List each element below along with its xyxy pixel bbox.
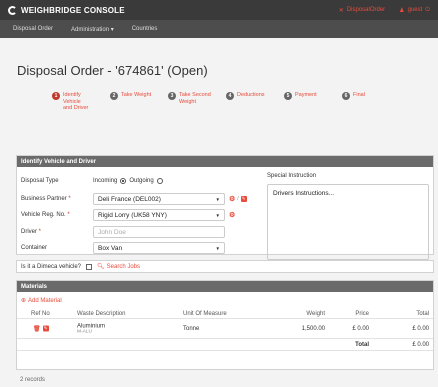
topbar: WEIGHBRIDGE CONSOLE ✕ DisposalOrder ♟ gu… — [0, 0, 438, 20]
logo-icon — [8, 5, 17, 15]
main-nav: Disposal Order Administration ▾ Countrie… — [0, 20, 438, 38]
caret-down-icon: ▼ — [215, 245, 220, 251]
step-identify[interactable]: 1 Identify Vehicle and Driver — [52, 92, 110, 112]
panel-heading: Identify Vehicle and Driver — [17, 156, 433, 167]
business-partner-label: Business Partner * — [21, 196, 71, 202]
step-deductions[interactable]: 4 Deductions — [226, 92, 284, 112]
power-icon: ⏻ — [425, 6, 430, 13]
panel-heading: Materials — [17, 281, 433, 292]
step-number: 4 — [226, 92, 234, 100]
disposal-type-label: Disposal Type — [21, 178, 59, 184]
brand[interactable]: WEIGHBRIDGE CONSOLE — [8, 5, 125, 15]
col-waste-description: Waste Description — [77, 310, 126, 317]
container-row: Container Box Van ▼ — [21, 242, 225, 254]
dimeca-question: Is it a Dimeca vehicle? — [21, 263, 82, 270]
edit-icon[interactable]: ✎ — [42, 325, 49, 332]
chevron-down-icon: ▾ — [110, 26, 114, 33]
identify-panel: Identify Vehicle and Driver Disposal Typ… — [16, 155, 434, 260]
step-label: Identify Vehicle and Driver — [63, 92, 89, 111]
vehicle-select[interactable]: Rigid Lorry (UK58 YNY) ▼ — [93, 209, 225, 221]
step-number: 6 — [342, 92, 350, 100]
caret-down-icon: ▼ — [215, 212, 220, 218]
container-label: Container — [21, 245, 48, 251]
total: £ 0.00 — [412, 325, 429, 332]
total-label: Total — [355, 341, 369, 348]
table-row: 🗑︎ ✎ Aluminium M-ALU Tonne 1,500.00 £ 0.… — [17, 319, 433, 339]
settings-icon[interactable]: ⚙ — [229, 211, 235, 219]
step-payment[interactable]: 5 Payment — [284, 92, 342, 112]
waste-description: Aluminium M-ALU — [77, 323, 106, 334]
driver-label: Driver * — [21, 229, 42, 235]
table-header: Ref No Waste Description Unit Of Measure… — [17, 309, 433, 319]
settings-icon[interactable]: ⚙ — [229, 195, 235, 203]
step-number: 3 — [168, 92, 176, 100]
search-icon: 🔍︎ — [97, 264, 105, 270]
total-value: £ 0.00 — [412, 341, 429, 348]
tag-icon: ✕ — [338, 7, 344, 14]
price: £ 0.00 — [352, 325, 369, 332]
incoming-radio[interactable] — [120, 178, 127, 184]
special-instruction-textarea[interactable]: Drivers Instructions... — [267, 184, 429, 260]
driver-input[interactable]: John Doe — [93, 226, 225, 238]
materials-panel: Materials ⊕ Add Material Ref No Waste De… — [16, 280, 434, 370]
outgoing-radio[interactable] — [156, 178, 163, 184]
nav-countries[interactable]: Countries — [132, 26, 158, 32]
col-ref-no: Ref No — [31, 310, 50, 317]
unit-of-measure: Tonne — [183, 325, 200, 332]
step-label: Payment — [295, 92, 317, 98]
special-instruction-label: Special Instruction — [267, 173, 317, 179]
outgoing-label: Outgoing — [129, 178, 154, 184]
step-label: Take Second Weight — [179, 92, 211, 105]
step-number: 5 — [284, 92, 292, 100]
driver-row: Driver * John Doe — [21, 226, 225, 238]
edit-icon[interactable]: ✎ — [240, 196, 247, 202]
col-weight: Weight — [306, 310, 325, 317]
step-label: Final — [353, 92, 365, 98]
container-select[interactable]: Box Van ▼ — [93, 242, 225, 254]
step-number: 1 — [52, 92, 60, 100]
step-take-second-weight[interactable]: 3 Take Second Weight — [168, 92, 226, 112]
vehicle-label: Vehicle Reg. No. * — [21, 212, 70, 218]
user-menu[interactable]: ♟ guest ⏻ — [399, 7, 430, 14]
wizard-steps: 1 Identify Vehicle and Driver 2 Take Wei… — [52, 92, 400, 112]
page-title: Disposal Order - '674861' (Open) — [17, 63, 208, 78]
business-partner-select[interactable]: Deli France (DEL002) ▼ — [93, 193, 225, 205]
step-label: Take Weight — [121, 92, 152, 98]
col-unit-of-measure: Unit Of Measure — [183, 310, 227, 317]
add-material-button[interactable]: ⊕ Add Material — [21, 297, 62, 305]
materials-table: Ref No Waste Description Unit Of Measure… — [17, 309, 433, 351]
step-take-weight[interactable]: 2 Take Weight — [110, 92, 168, 112]
disposal-type-row: Disposal Type Incoming Outgoing — [21, 178, 163, 184]
disposal-order-menu[interactable]: ✕ DisposalOrder — [339, 7, 385, 14]
total-row: Total £ 0.00 — [17, 339, 433, 351]
user-icon: ♟ — [399, 7, 405, 14]
plus-icon: ⊕ — [21, 298, 27, 304]
nav-administration[interactable]: Administration ▾ — [71, 26, 114, 33]
col-total: Total — [416, 310, 429, 317]
business-partner-row: Business Partner * Deli France (DEL002) … — [21, 193, 247, 205]
step-final[interactable]: 6 Final — [342, 92, 400, 112]
weight: 1,500.00 — [301, 325, 325, 332]
dimeca-checkbox[interactable] — [86, 263, 93, 270]
step-label: Deductions — [237, 92, 265, 98]
disposal-type-radios: Incoming Outgoing — [93, 178, 163, 184]
dimeca-row: Is it a Dimeca vehicle? 🔍︎ Search Jobs — [16, 260, 434, 273]
delete-icon[interactable]: 🗑︎ — [33, 325, 41, 332]
col-price: Price — [355, 310, 369, 317]
records-count: 2 records — [20, 377, 46, 383]
caret-down-icon: ▼ — [215, 196, 220, 202]
vehicle-row: Vehicle Reg. No. * Rigid Lorry (UK58 YNY… — [21, 209, 235, 221]
incoming-label: Incoming — [93, 178, 118, 184]
nav-disposal-order[interactable]: Disposal Order — [13, 26, 53, 32]
search-jobs-link[interactable]: 🔍︎ Search Jobs — [97, 263, 140, 271]
step-number: 2 — [110, 92, 118, 100]
brand-label: WEIGHBRIDGE CONSOLE — [21, 5, 125, 15]
